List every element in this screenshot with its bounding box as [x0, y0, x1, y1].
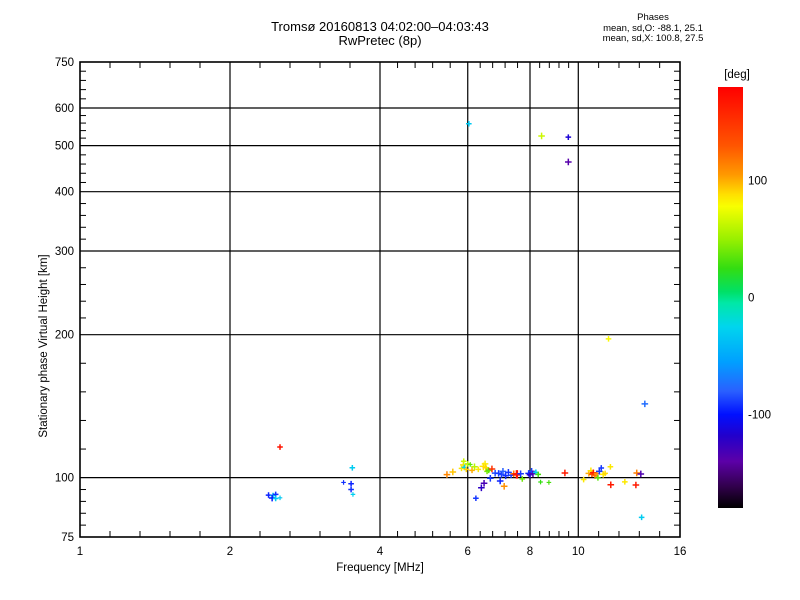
data-point [348, 480, 354, 487]
svg-text:4: 4 [377, 546, 384, 558]
grid-layer [80, 62, 680, 537]
data-point [350, 492, 356, 497]
data-point [638, 514, 645, 521]
data-point [496, 477, 504, 485]
data-point [605, 336, 612, 342]
svg-text:100: 100 [748, 176, 767, 188]
svg-text:400: 400 [55, 187, 74, 199]
svg-text:1: 1 [77, 546, 83, 558]
data-point [349, 464, 356, 471]
svg-text:100: 100 [55, 473, 74, 485]
data-point [500, 482, 508, 490]
data-point [487, 474, 494, 482]
data-point [632, 481, 640, 489]
svg-text:-100: -100 [748, 409, 771, 421]
x-tick-labels: 1 2 4 6 8 10 16 [77, 546, 687, 558]
y-tick-labels: 75 100 200 300 400 500 600 750 [55, 57, 74, 544]
colorbar [718, 87, 743, 508]
svg-text:10: 10 [572, 546, 585, 558]
data-point [538, 132, 545, 140]
svg-text:0: 0 [748, 293, 754, 305]
svg-text:600: 600 [55, 103, 74, 115]
data-point [443, 471, 451, 478]
svg-text:8: 8 [527, 546, 533, 558]
data-point [341, 480, 346, 485]
data-point [561, 469, 569, 477]
svg-text:500: 500 [55, 141, 74, 153]
data-point [466, 120, 472, 127]
data-point [641, 400, 649, 408]
scatter-points-layer [265, 120, 649, 521]
data-point [277, 444, 283, 450]
data-point [538, 479, 543, 485]
data-point [449, 468, 457, 476]
data-point [633, 469, 641, 477]
data-point [565, 134, 572, 140]
data-point [622, 479, 628, 485]
data-point [546, 480, 552, 485]
data-point [607, 464, 614, 470]
plot-canvas: 1 2 4 6 8 10 16 75 100 200 300 400 500 600 750 100 0 -100 [55, 57, 771, 558]
svg-text:2: 2 [227, 546, 233, 558]
svg-text:6: 6 [465, 546, 471, 558]
data-point [565, 158, 572, 166]
data-point [607, 481, 615, 489]
svg-text:75: 75 [61, 532, 74, 544]
data-point [517, 470, 524, 478]
colorbar-tick-labels: 100 0 -100 [748, 176, 771, 422]
svg-text:300: 300 [55, 246, 74, 258]
data-point [348, 486, 354, 493]
ionogram-phase-plot: Tromsø 20160813 04:02:00–04:03:43 RwPret… [0, 0, 800, 600]
svg-text:750: 750 [55, 57, 74, 69]
data-point [473, 495, 479, 502]
data-point [277, 495, 283, 501]
svg-text:200: 200 [55, 330, 74, 342]
svg-text:16: 16 [674, 546, 687, 558]
data-point [637, 470, 645, 478]
